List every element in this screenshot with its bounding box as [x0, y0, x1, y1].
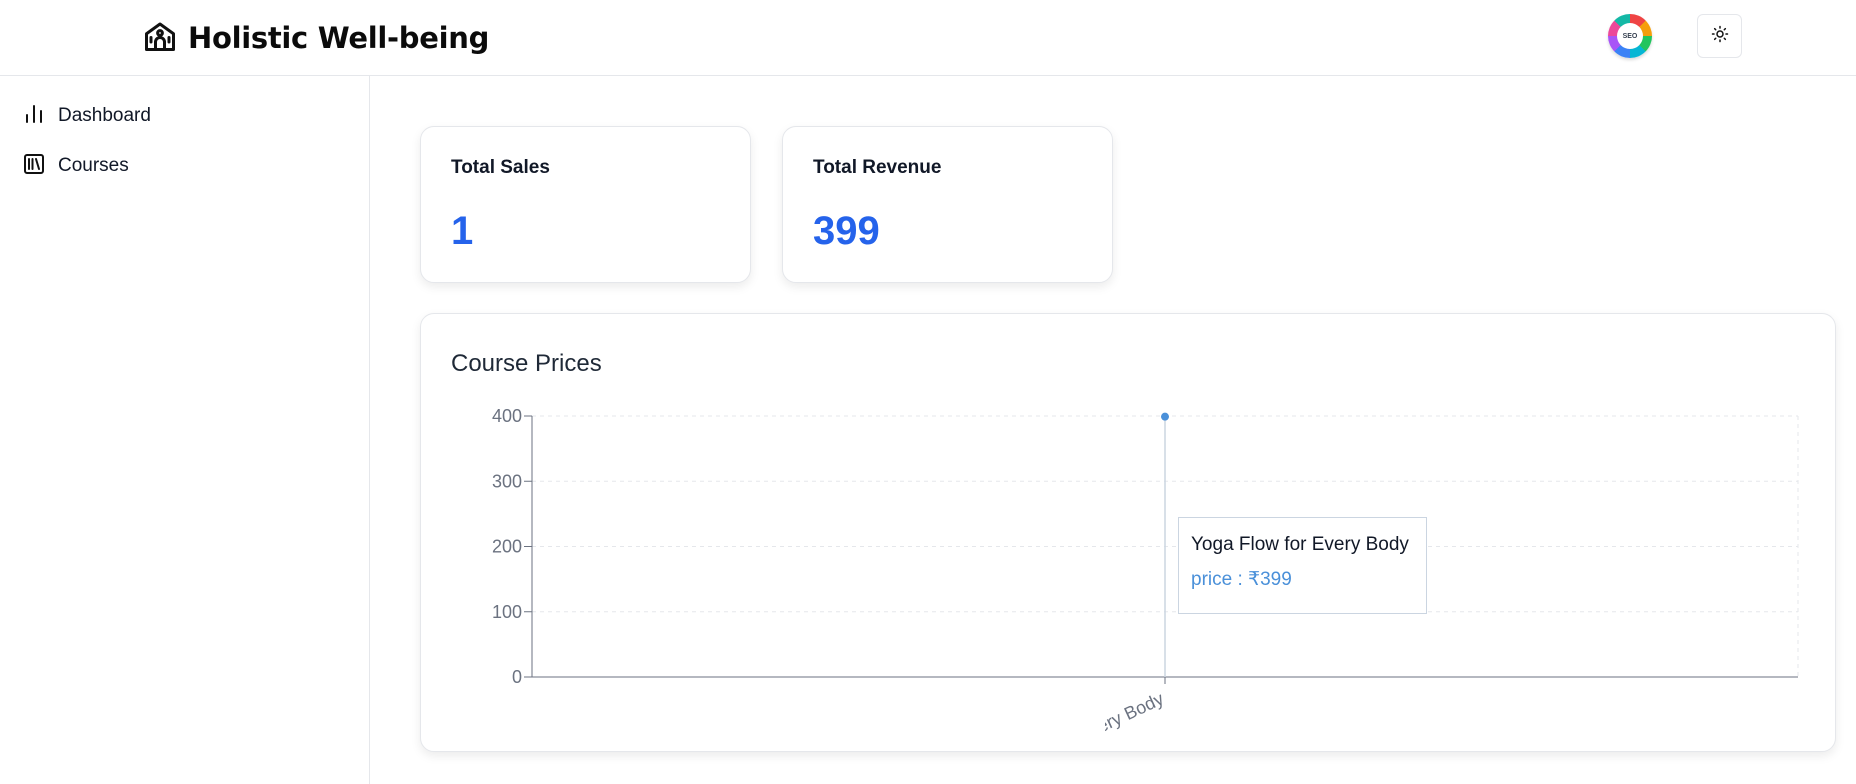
y-tick-label: 200 [492, 537, 522, 557]
y-tick-label: 300 [492, 471, 522, 491]
x-tick-label: Yoga Flow for Every Body [971, 688, 1167, 784]
tooltip-value: price : ₹399 [1191, 569, 1292, 590]
course-prices-chart: 0 100 200 300 400 Yoga Flow for Every Body [492, 406, 1799, 784]
data-point [1161, 412, 1169, 421]
y-tick-label: 100 [492, 602, 522, 622]
chart-tooltip: Yoga Flow for Every Body price : ₹399 [1178, 517, 1427, 614]
y-tick-label: 0 [512, 667, 522, 687]
x-tick-label-group: Yoga Flow for Every Body [971, 688, 1167, 784]
y-tick-label: 400 [492, 406, 522, 426]
tooltip-title: Yoga Flow for Every Body [1191, 534, 1409, 555]
